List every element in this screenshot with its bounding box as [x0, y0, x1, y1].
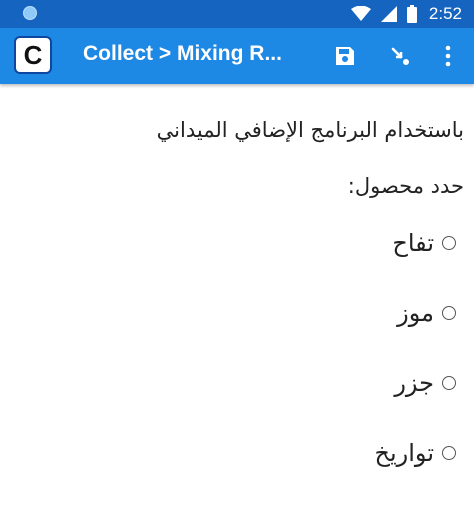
radio-option-banana[interactable]: موز: [156, 296, 456, 330]
app-logo-letter: C: [23, 39, 43, 70]
app-logo: C: [14, 36, 52, 74]
overflow-menu-button[interactable]: [434, 42, 462, 70]
option-label: موز: [397, 299, 434, 327]
option-label: تفاح: [392, 229, 434, 257]
radio-option-carrot[interactable]: جزر: [156, 366, 456, 400]
radio-option-dates[interactable]: تواريخ: [156, 436, 456, 470]
battery-icon: [406, 5, 417, 23]
app-bar: C Collect > Mixing R...: [0, 28, 474, 84]
save-button[interactable]: [331, 42, 359, 70]
radio-button-icon[interactable]: [442, 236, 456, 250]
crop-radio-group: تفاح موز جزر تواريخ: [156, 226, 456, 506]
go-to-question-button[interactable]: [386, 42, 414, 70]
status-time: 2:52: [428, 4, 462, 23]
app-title: Collect > Mixing R...: [83, 42, 282, 65]
option-label: جزر: [394, 369, 434, 397]
question-content: باستخدام البرنامج الإضافي الميداني حدد م…: [0, 84, 474, 505]
notification-dot-icon: [23, 6, 37, 20]
wifi-icon: [350, 6, 371, 21]
option-label: تواريخ: [374, 439, 434, 467]
radio-button-icon[interactable]: [442, 446, 456, 460]
more-vert-icon: [445, 45, 451, 67]
status-icons: 2:52: [350, 4, 462, 24]
jump-arrow-icon: [391, 47, 409, 65]
radio-button-icon[interactable]: [442, 376, 456, 390]
radio-button-icon[interactable]: [442, 306, 456, 320]
question-hint: باستخدام البرنامج الإضافي الميداني: [156, 118, 464, 142]
signal-icon: [380, 6, 397, 22]
question-label: حدد محصول:: [347, 174, 464, 198]
status-bar: 2:52: [0, 0, 474, 28]
radio-option-apple[interactable]: تفاح: [156, 226, 456, 260]
save-icon: [336, 47, 354, 65]
